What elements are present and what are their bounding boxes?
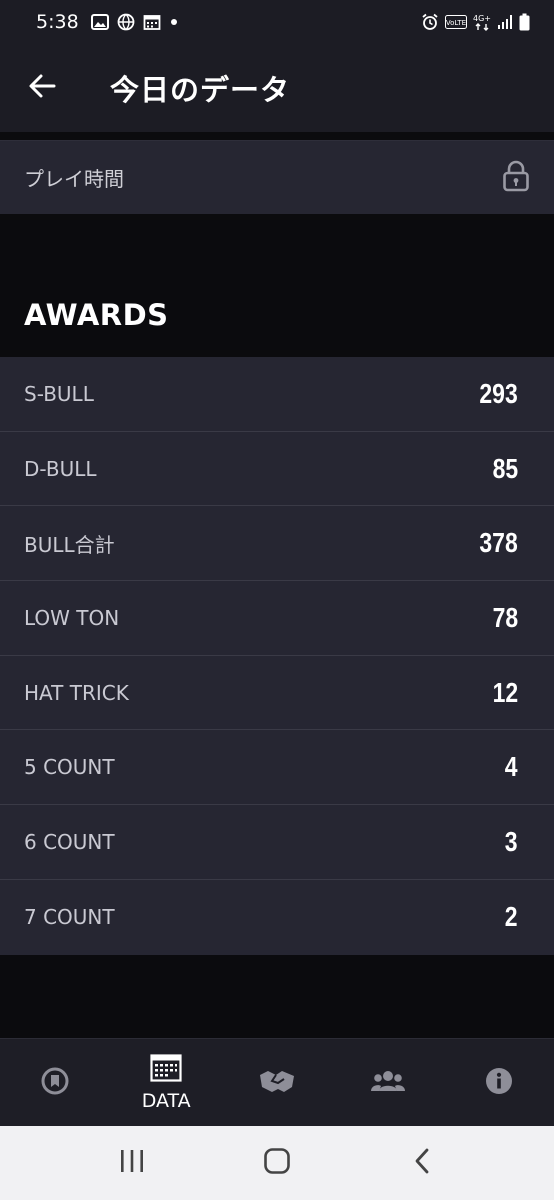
award-label: BULL合計 bbox=[24, 532, 115, 557]
award-value: 378 bbox=[479, 527, 518, 559]
svg-text:4G+: 4G+ bbox=[473, 14, 491, 23]
image-icon bbox=[90, 14, 109, 30]
system-nav-bar bbox=[0, 1126, 554, 1200]
award-value: 78 bbox=[492, 601, 518, 633]
status-time: 5:38 bbox=[36, 11, 79, 33]
play-time-label: プレイ時間 bbox=[24, 167, 124, 191]
award-value: 3 bbox=[505, 825, 518, 857]
award-row-7-count: 7 COUNT 2 bbox=[0, 880, 554, 955]
award-row-6-count: 6 COUNT 3 bbox=[0, 805, 554, 880]
award-row-bull-total: BULL合計 378 bbox=[0, 506, 554, 582]
status-left-icons bbox=[90, 13, 179, 31]
award-value: 4 bbox=[505, 751, 518, 783]
calendar-grid-icon bbox=[150, 1053, 182, 1086]
awards-heading: AWARDS bbox=[24, 298, 169, 332]
award-row-5-count: 5 COUNT 4 bbox=[0, 730, 554, 806]
alarm-icon bbox=[421, 13, 439, 31]
award-row-low-ton: LOW TON 78 bbox=[0, 581, 554, 656]
back-icon bbox=[412, 1147, 432, 1179]
award-label: 6 COUNT bbox=[24, 829, 115, 854]
nav-data[interactable]: DATA bbox=[111, 1039, 222, 1126]
group-icon bbox=[370, 1069, 405, 1097]
battery-icon bbox=[519, 13, 530, 31]
dot-icon bbox=[169, 17, 179, 27]
award-row-hat-trick: HAT TRICK 12 bbox=[0, 656, 554, 731]
page-title: 今日のデータ bbox=[110, 73, 291, 107]
status-bar: 5:38 VoLTE 4G+ bbox=[0, 0, 554, 44]
nav-friends[interactable] bbox=[332, 1039, 443, 1126]
award-row-s-bull: S-BULL 293 bbox=[0, 357, 554, 432]
arrow-left-icon bbox=[28, 72, 56, 104]
award-value: 293 bbox=[479, 377, 518, 409]
award-label: 7 COUNT bbox=[24, 905, 115, 930]
award-label: S-BULL bbox=[24, 381, 94, 406]
app-bar: 今日のデータ bbox=[0, 44, 554, 132]
recent-apps-icon bbox=[119, 1149, 145, 1177]
info-icon bbox=[485, 1067, 513, 1099]
awards-list: S-BULL 293 D-BULL 85 BULL合計 378 LOW TON … bbox=[0, 357, 554, 955]
home-button[interactable] bbox=[247, 1133, 307, 1193]
signal-icon bbox=[497, 14, 513, 30]
award-row-d-bull: D-BULL 85 bbox=[0, 432, 554, 507]
play-time-row[interactable]: プレイ時間 bbox=[0, 140, 554, 214]
home-badge-icon bbox=[40, 1066, 70, 1100]
award-label: D-BULL bbox=[24, 456, 97, 481]
system-back-button[interactable] bbox=[392, 1133, 452, 1193]
bottom-nav: DATA bbox=[0, 1038, 554, 1126]
back-button[interactable] bbox=[0, 44, 84, 132]
home-icon bbox=[263, 1147, 291, 1179]
globe-icon bbox=[117, 13, 135, 31]
nav-data-label: DATA bbox=[141, 1089, 191, 1112]
award-label: HAT TRICK bbox=[24, 680, 129, 705]
lock-icon bbox=[502, 160, 530, 196]
nav-info[interactable] bbox=[443, 1039, 554, 1126]
recent-apps-button[interactable] bbox=[102, 1133, 162, 1193]
nav-match[interactable] bbox=[222, 1039, 333, 1126]
handshake-icon bbox=[258, 1067, 296, 1099]
4g-icon: 4G+ bbox=[473, 13, 491, 31]
status-right-icons: VoLTE 4G+ bbox=[421, 13, 530, 31]
award-value: 12 bbox=[492, 676, 518, 708]
volte-icon: VoLTE bbox=[445, 15, 467, 29]
svg-text:VoLTE: VoLTE bbox=[446, 19, 466, 27]
award-label: 5 COUNT bbox=[24, 755, 115, 780]
award-label: LOW TON bbox=[24, 605, 120, 630]
nav-home[interactable] bbox=[0, 1039, 111, 1126]
award-value: 2 bbox=[505, 901, 518, 933]
calendar-icon bbox=[143, 13, 161, 31]
award-value: 85 bbox=[492, 452, 518, 484]
